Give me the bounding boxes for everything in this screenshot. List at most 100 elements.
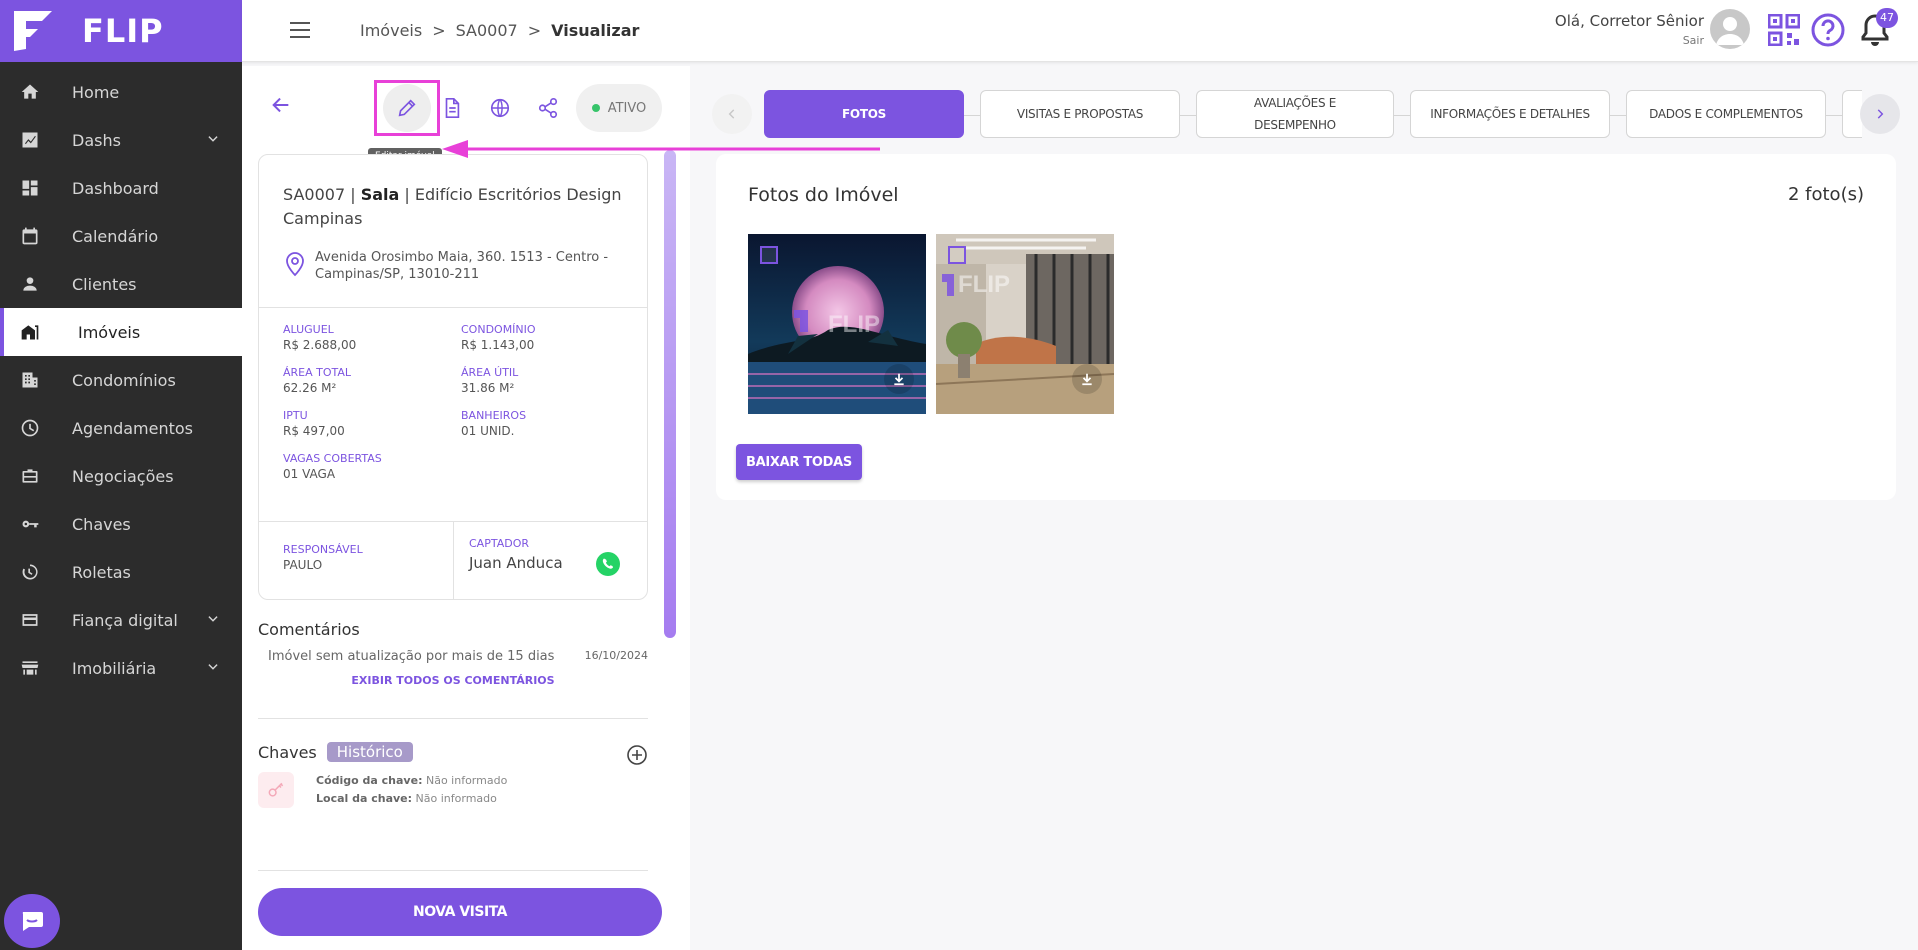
sidebar-item-fianca-digital[interactable]: Fiança digital — [0, 596, 242, 644]
sidebar-item-label: Dashs — [72, 130, 121, 150]
breadcrumb-separator: > — [527, 21, 542, 40]
notification-badge: 47 — [1876, 8, 1898, 28]
photo-download-button[interactable] — [1072, 364, 1102, 394]
comment-date: 16/10/2024 — [584, 649, 648, 662]
sidebar-item-label: Imobiliária — [72, 658, 157, 678]
tab-avaliacoes-desempenho[interactable]: AVALIAÇÕES E DESEMPENHO — [1196, 90, 1394, 138]
spec-value: 01 UNID. — [461, 424, 515, 438]
spec-value: 62.26 M² — [283, 381, 337, 395]
location-pin-icon — [286, 252, 304, 277]
sidebar-item-imobiliaria[interactable]: Imobiliária — [0, 644, 242, 692]
photos-title: Fotos do Imóvel — [748, 184, 899, 206]
sidebar-item-label: Negociações — [72, 466, 174, 486]
add-key-icon[interactable] — [626, 744, 648, 766]
sidebar-item-dashboard[interactable]: Dashboard — [0, 164, 242, 212]
chart-icon — [20, 130, 40, 150]
show-all-comments-link[interactable]: EXIBIR TODOS OS COMENTÁRIOS — [258, 674, 648, 687]
tab-fotos[interactable]: FOTOS — [764, 90, 964, 138]
avatar[interactable] — [1710, 9, 1750, 49]
chat-button[interactable] — [4, 894, 60, 948]
sidebar-item-label: Calendário — [72, 226, 159, 246]
sidebar-item-label: Clientes — [72, 274, 137, 294]
property-type: Sala — [360, 185, 400, 204]
tab-next-partial[interactable] — [1842, 90, 1862, 138]
whatsapp-icon[interactable] — [595, 551, 621, 577]
spec-label: ALUGUEL — [283, 323, 334, 336]
sidebar-nav: Home Dashs Dashboard Calendário Clientes… — [0, 68, 242, 692]
tab-dados-complementos[interactable]: DADOS E COMPLEMENTOS — [1626, 90, 1826, 138]
new-visit-button[interactable]: NOVA VISITA — [258, 888, 662, 936]
document-icon — [445, 98, 460, 118]
tabs-scroll-left-button[interactable] — [712, 94, 752, 134]
spec-label: BANHEIROS — [461, 409, 527, 422]
breadcrumb-code[interactable]: SA0007 — [456, 21, 518, 40]
tab-informacoes-detalhes[interactable]: INFORMAÇÕES E DETALHES — [1410, 90, 1610, 138]
sidebar-item-imoveis[interactable]: Imóveis — [0, 308, 242, 356]
tab-visitas-propostas[interactable]: VISITAS E PROPOSTAS — [980, 90, 1180, 138]
help-icon[interactable] — [1810, 12, 1846, 48]
house-icon — [20, 322, 40, 342]
sidebar-item-calendario[interactable]: Calendário — [0, 212, 242, 260]
key-thumbnail — [258, 772, 294, 808]
top-bar: Imóveis > SA0007 > Visualizar Olá, Corre… — [242, 0, 1918, 62]
key-item: Código da chave: Não informado Local da … — [258, 772, 648, 808]
photo-download-button[interactable] — [884, 364, 914, 394]
sidebar-item-agendamentos[interactable]: Agendamentos — [0, 404, 242, 452]
sidebar-item-chaves[interactable]: Chaves — [0, 500, 242, 548]
scrollbar-thumb[interactable] — [664, 150, 676, 638]
comments-section: Comentários Imóvel sem atualização por m… — [258, 620, 648, 687]
spec-label: IPTU — [283, 409, 308, 422]
panel-scrollbar[interactable] — [664, 150, 676, 638]
chevron-down-icon — [208, 664, 218, 670]
spec-vagas: VAGAS COBERTAS 01 VAGA — [283, 452, 461, 481]
tabs-scroll-right-button[interactable] — [1860, 94, 1900, 134]
key-code-label: Código da chave: — [316, 774, 423, 787]
photo-thumbnail[interactable]: FLIP — [936, 234, 1114, 414]
breadcrumb-current: Visualizar — [551, 21, 640, 40]
logout-link[interactable]: Sair — [1555, 34, 1704, 47]
menu-icon[interactable] — [290, 22, 310, 38]
spec-value: R$ 1.143,00 — [461, 338, 535, 352]
website-button[interactable] — [474, 82, 526, 134]
chevron-left-icon — [728, 109, 735, 119]
sidebar-item-condominios[interactable]: Condomínios — [0, 356, 242, 404]
breadcrumb: Imóveis > SA0007 > Visualizar — [360, 21, 639, 40]
back-arrow-icon[interactable] — [270, 94, 292, 116]
key-icon — [268, 782, 284, 797]
qr-code-icon[interactable] — [1768, 14, 1800, 46]
photo-select-checkbox[interactable] — [948, 246, 966, 264]
captador-name: Juan Anduca — [469, 554, 563, 572]
sidebar-item-label: Condomínios — [72, 370, 176, 390]
download-all-button[interactable]: BAIXAR TODAS — [736, 444, 862, 480]
sidebar-item-label: Home — [72, 82, 120, 102]
sidebar-item-dashs[interactable]: Dashs — [0, 116, 242, 164]
chevron-right-icon — [1877, 109, 1884, 119]
logo[interactable]: FLIP — [0, 0, 242, 62]
share-button[interactable] — [522, 82, 574, 134]
sidebar-item-roletas[interactable]: Roletas — [0, 548, 242, 596]
status-badge[interactable]: ATIVO — [576, 84, 662, 132]
property-detail-panel: Editar imóvel ATIVO SA0007 | Sala | Edif… — [242, 66, 690, 950]
sidebar-item-clientes[interactable]: Clientes — [0, 260, 242, 308]
card-icon — [20, 610, 40, 630]
divider — [259, 307, 647, 308]
photo-select-checkbox[interactable] — [760, 246, 778, 264]
spec-value: R$ 497,00 — [283, 424, 345, 438]
calendar-icon — [20, 226, 40, 246]
home-icon — [20, 82, 40, 102]
spec-iptu: IPTU R$ 497,00 — [283, 409, 461, 438]
photo-thumbnail[interactable]: FLIP — [748, 234, 926, 414]
property-tabs: FOTOS VISITAS E PROPOSTAS AVALIAÇÕES E D… — [706, 88, 1906, 140]
spec-label: VAGAS COBERTAS — [283, 452, 382, 465]
annotation-arrow-icon — [442, 140, 880, 158]
chat-icon — [22, 912, 43, 931]
sidebar-item-home[interactable]: Home — [0, 68, 242, 116]
sidebar-item-negociacoes[interactable]: Negociações — [0, 452, 242, 500]
responsible-name: PAULO — [283, 558, 323, 572]
download-icon — [1082, 373, 1092, 386]
photos-card: Fotos do Imóvel 2 foto(s) FLIP FLIP BAIX… — [716, 154, 1896, 500]
keys-header: Chaves Histórico — [258, 742, 648, 762]
breadcrumb-imoveis[interactable]: Imóveis — [360, 21, 422, 40]
keys-history-badge[interactable]: Histórico — [326, 742, 413, 762]
document-button[interactable] — [426, 82, 478, 134]
